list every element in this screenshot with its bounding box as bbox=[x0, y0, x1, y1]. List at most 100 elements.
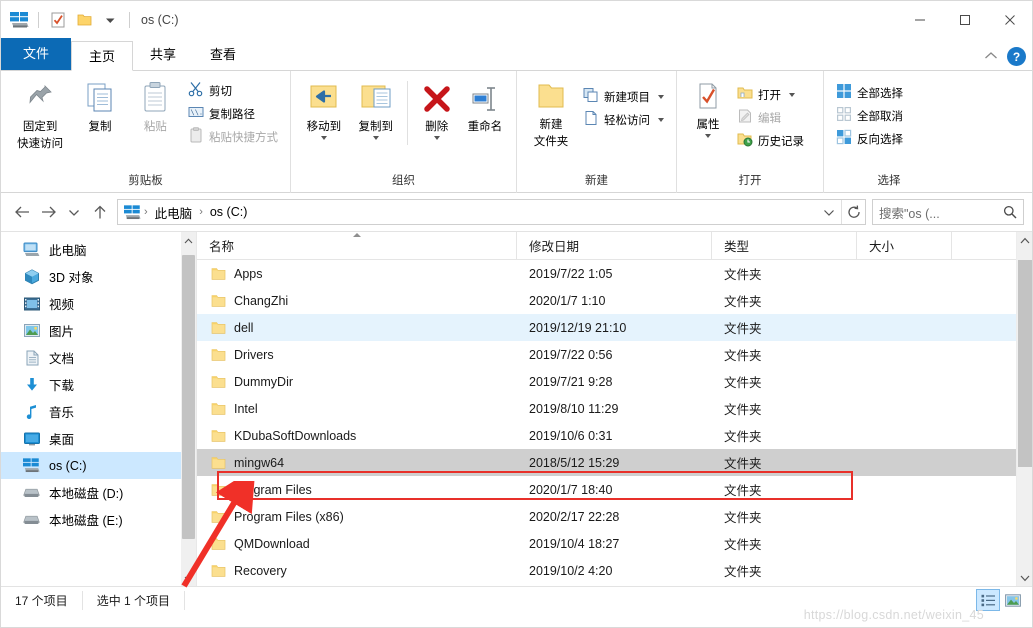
up-button[interactable] bbox=[87, 199, 113, 225]
delete-chevron-down-icon[interactable] bbox=[433, 136, 440, 140]
refresh-icon[interactable] bbox=[841, 200, 865, 224]
move-to-button[interactable]: 移动到 bbox=[298, 81, 350, 143]
minimize-button[interactable] bbox=[897, 1, 942, 39]
ribbon: 固定到 快速访问 复制 粘贴 剪切 \\. 复制路径 粘贴快捷方式 剪贴板 移动… bbox=[1, 71, 1032, 193]
table-row[interactable]: DummyDir 2019/7/21 9:28 文件夹 bbox=[197, 368, 1032, 395]
sidebar-item-desktop[interactable]: 桌面 bbox=[1, 425, 196, 452]
copy-to-chevron-down-icon[interactable] bbox=[372, 136, 379, 140]
breadcrumb-separator-1[interactable]: › bbox=[143, 206, 149, 218]
cell-type: 文件夹 bbox=[724, 322, 762, 336]
large-icons-view-icon[interactable] bbox=[1002, 590, 1024, 610]
search-icon[interactable] bbox=[1003, 205, 1017, 219]
easy-access-chevron-down-icon[interactable] bbox=[658, 117, 664, 122]
breadcrumb-this-pc[interactable]: 此电脑 bbox=[151, 201, 197, 224]
close-button[interactable] bbox=[987, 1, 1032, 39]
table-row[interactable]: Program Files (x86) 2020/2/17 22:28 文件夹 bbox=[197, 503, 1032, 530]
forward-button[interactable] bbox=[35, 199, 61, 225]
paste-shortcut-button[interactable]: 粘贴快捷方式 bbox=[183, 125, 283, 148]
list-scroll-up-arrow[interactable] bbox=[1017, 232, 1032, 249]
sidebar-item-downloads[interactable]: 下载 bbox=[1, 371, 196, 398]
sidebar-scroll-thumb[interactable] bbox=[182, 255, 195, 539]
table-row[interactable]: Recovery 2019/10/2 4:20 文件夹 bbox=[197, 557, 1032, 584]
pin-to-quick-access-button[interactable]: 固定到 快速访问 bbox=[8, 77, 72, 154]
select-small-commands: 全部选择 全部取消 反向选择 bbox=[831, 79, 908, 150]
sidebar-item-os-c[interactable]: os (C:) bbox=[1, 452, 196, 479]
new-item-button[interactable]: 新建项目 bbox=[578, 85, 669, 108]
sidebar-item-music[interactable]: 音乐 bbox=[1, 398, 196, 425]
select-none-button[interactable]: 全部取消 bbox=[831, 104, 908, 127]
window-title: os (C:) bbox=[141, 13, 179, 27]
file-list-scrollbar[interactable] bbox=[1016, 232, 1032, 586]
new-folder-button[interactable]: 新建 文件夹 bbox=[524, 79, 578, 152]
column-header-type[interactable]: 类型 bbox=[712, 232, 857, 259]
table-row[interactable]: ChangZhi 2020/1/7 1:10 文件夹 bbox=[197, 287, 1032, 314]
details-view-icon[interactable] bbox=[976, 589, 1000, 611]
edit-icon bbox=[737, 108, 753, 127]
open-button[interactable]: 打开 bbox=[732, 83, 809, 106]
sidebar-item-videos[interactable]: 视频 bbox=[1, 290, 196, 317]
history-button[interactable]: 历史记录 bbox=[732, 129, 809, 152]
properties-checkbox-icon[interactable] bbox=[48, 11, 68, 29]
column-header-name[interactable]: 名称 bbox=[197, 232, 517, 259]
column-header-date-modified[interactable]: 修改日期 bbox=[517, 232, 712, 259]
select-all-button[interactable]: 全部选择 bbox=[831, 81, 908, 104]
copy-path-button[interactable]: \\.. 复制路径 bbox=[183, 102, 283, 125]
recent-locations-button[interactable] bbox=[61, 199, 87, 225]
properties-chevron-down-icon[interactable] bbox=[705, 134, 711, 138]
new-item-icon bbox=[583, 87, 599, 106]
easy-access-button[interactable]: 轻松访问 bbox=[578, 108, 669, 131]
tab-share[interactable]: 共享 bbox=[133, 40, 193, 70]
sidebar-scrollbar[interactable] bbox=[181, 232, 196, 586]
invert-selection-button[interactable]: 反向选择 bbox=[831, 127, 908, 150]
sidebar-item-documents[interactable]: 文档 bbox=[1, 344, 196, 371]
table-row[interactable]: QMDownload 2019/10/4 18:27 文件夹 bbox=[197, 530, 1032, 557]
breadcrumb-separator-2[interactable]: › bbox=[198, 206, 204, 218]
search-input[interactable]: 搜索"os (... bbox=[872, 199, 1024, 225]
help-button[interactable]: ? bbox=[1007, 47, 1026, 66]
sidebar-scroll-down-arrow[interactable] bbox=[181, 570, 196, 586]
properties-button[interactable]: 属性 bbox=[684, 79, 732, 141]
rename-button[interactable]: 重命名 bbox=[461, 81, 509, 137]
table-row[interactable]: dell 2019/12/19 21:10 文件夹 bbox=[197, 314, 1032, 341]
column-header-size[interactable]: 大小 bbox=[857, 232, 952, 259]
delete-button[interactable]: 删除 bbox=[413, 81, 461, 143]
customize-qat-dropdown[interactable] bbox=[100, 11, 120, 29]
address-history-dropdown-icon[interactable] bbox=[817, 200, 841, 224]
sidebar-item-3d-objects[interactable]: 3D 对象 bbox=[1, 263, 196, 290]
tab-file[interactable]: 文件 bbox=[1, 38, 72, 70]
tab-home[interactable]: 主页 bbox=[71, 41, 134, 71]
sidebar-item-local-disk-d[interactable]: 本地磁盘 (D:) bbox=[1, 479, 196, 506]
collapse-ribbon-icon[interactable] bbox=[984, 51, 998, 63]
edit-button[interactable]: 编辑 bbox=[732, 106, 809, 129]
sidebar-item-this-pc[interactable]: 此电脑 bbox=[1, 236, 196, 263]
maximize-button[interactable] bbox=[942, 1, 987, 39]
table-row[interactable]: Program Files 2020/1/7 18:40 文件夹 bbox=[197, 476, 1032, 503]
copy-button[interactable]: 复制 bbox=[72, 77, 127, 137]
table-row[interactable]: Apps 2019/7/22 1:05 文件夹 bbox=[197, 260, 1032, 287]
move-to-chevron-down-icon[interactable] bbox=[320, 136, 327, 140]
table-row[interactable]: KDubaSoftDownloads 2019/10/6 0:31 文件夹 bbox=[197, 422, 1032, 449]
paste-icon bbox=[138, 80, 172, 117]
new-folder-icon[interactable] bbox=[74, 11, 94, 29]
tab-view[interactable]: 查看 bbox=[193, 40, 253, 70]
new-item-chevron-down-icon[interactable] bbox=[658, 94, 664, 99]
back-button[interactable] bbox=[9, 199, 35, 225]
sidebar-item-local-disk-e[interactable]: 本地磁盘 (E:) bbox=[1, 506, 196, 533]
paste-button[interactable]: 粘贴 bbox=[128, 77, 183, 137]
copy-to-button[interactable]: 复制到 bbox=[350, 81, 402, 143]
file-name: Drivers bbox=[234, 347, 274, 362]
sort-ascending-icon bbox=[352, 233, 361, 237]
list-scroll-down-arrow[interactable] bbox=[1017, 570, 1032, 586]
breadcrumb-os-c[interactable]: os (C:) bbox=[206, 203, 252, 221]
cut-button[interactable]: 剪切 bbox=[183, 79, 283, 102]
table-row[interactable]: Intel 2019/8/10 11:29 文件夹 bbox=[197, 395, 1032, 422]
table-row[interactable]: Drivers 2019/7/22 0:56 文件夹 bbox=[197, 341, 1032, 368]
list-scroll-thumb[interactable] bbox=[1018, 260, 1032, 467]
explorer-icon[interactable] bbox=[9, 11, 29, 29]
address-path-box[interactable]: › 此电脑 › os (C:) bbox=[117, 199, 866, 225]
new-group-label: 新建 bbox=[585, 175, 608, 187]
open-chevron-down-icon[interactable] bbox=[789, 92, 795, 97]
table-row[interactable]: mingw64 2018/5/12 15:29 文件夹 bbox=[197, 449, 1032, 476]
sidebar-scroll-up-arrow[interactable] bbox=[181, 232, 196, 249]
sidebar-item-pictures[interactable]: 图片 bbox=[1, 317, 196, 344]
